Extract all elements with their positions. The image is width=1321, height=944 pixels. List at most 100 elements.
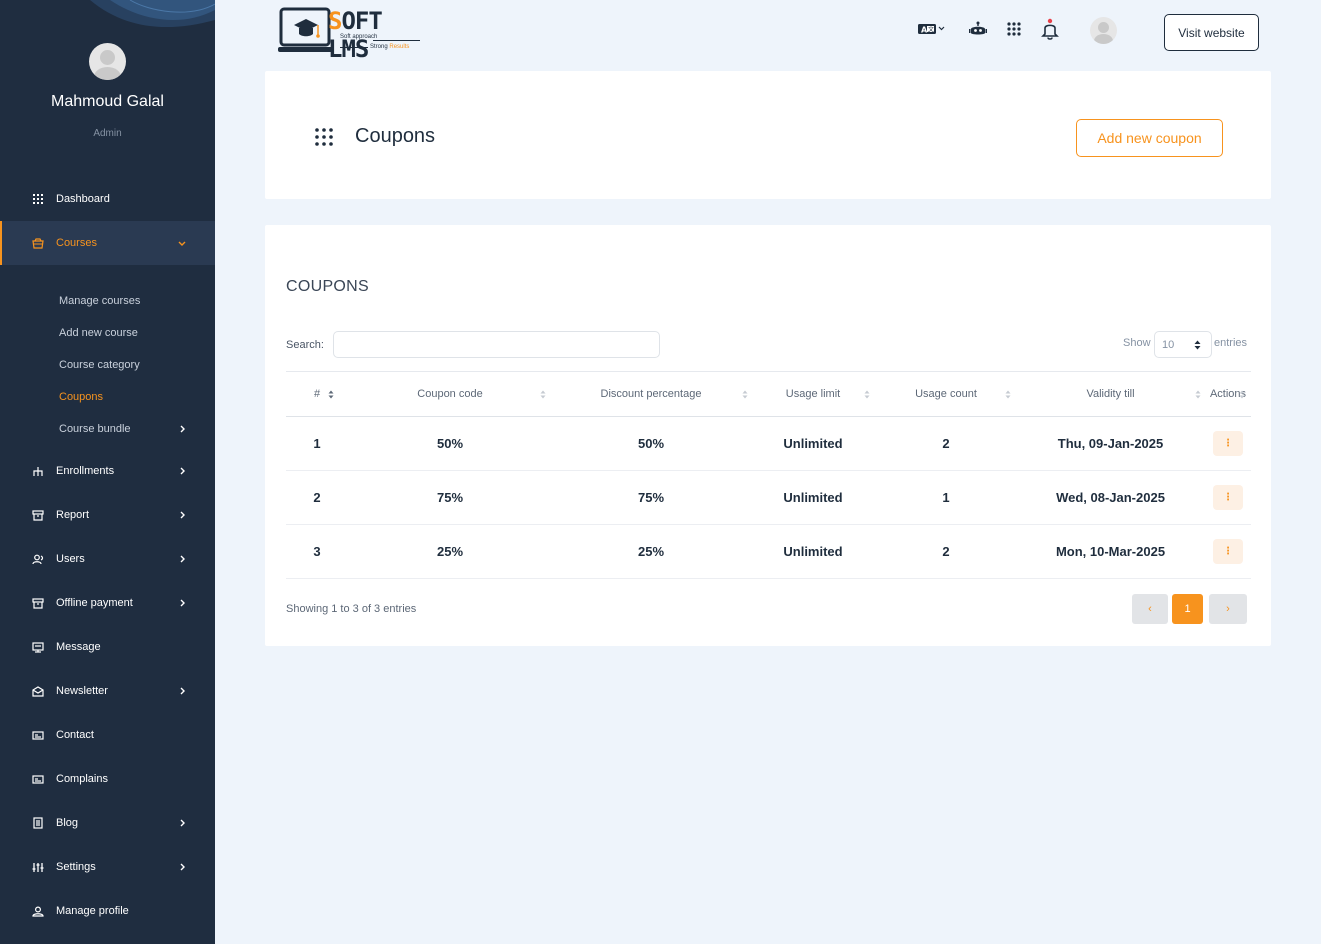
sidebar-item-courses[interactable]: Courses (0, 221, 215, 265)
profile-name: Mahmoud Galal (51, 93, 164, 110)
table-row: 2 75% 75% Unlimited 1 Wed, 08-Jan-2025 ⋮ (286, 470, 1251, 525)
cell-validity: Thu, 09-Jan-2025 (1016, 416, 1205, 471)
sidebar-item-report[interactable]: Report (0, 493, 215, 537)
chevron-right-icon (177, 466, 187, 476)
section-title: COUPONS (286, 278, 369, 295)
profile-user-icon (31, 904, 45, 918)
cell-actions: ⋮ (1205, 416, 1251, 471)
sidebar-item-enrollments[interactable]: Enrollments (0, 449, 215, 493)
sidebar-item-label: Blog (56, 817, 79, 829)
profile-role: Admin (93, 128, 122, 139)
chevron-right-icon (177, 818, 187, 828)
pagination-next-button[interactable]: › (1209, 594, 1247, 624)
cell-number: 1 (286, 416, 348, 471)
row-actions-button[interactable]: ⋮ (1213, 431, 1243, 456)
submenu-item-label: Course bundle (59, 423, 131, 435)
cell-usage-limit: Unlimited (750, 416, 876, 471)
cell-number: 3 (286, 524, 348, 579)
sidebar-item-message[interactable]: Message (0, 625, 215, 669)
sidebar: Mahmoud Galal Admin Dashboard Courses Ma… (0, 0, 215, 944)
cell-coupon-code: 50% (348, 416, 552, 471)
column-header-usage-count[interactable]: Usage count (876, 371, 1016, 417)
entries-label: entries (1214, 337, 1248, 349)
chevron-right-icon (177, 510, 187, 520)
sort-icon (742, 390, 748, 399)
cell-validity: Mon, 10-Mar-2025 (1016, 524, 1205, 579)
row-actions-button[interactable]: ⋮ (1213, 485, 1243, 510)
sidebar-item-label: Message (56, 641, 101, 653)
select-arrows-icon (1194, 340, 1201, 350)
entries-per-page-select[interactable]: 10 (1154, 331, 1212, 358)
table-row: 3 25% 25% Unlimited 2 Mon, 10-Mar-2025 ⋮ (286, 524, 1251, 579)
cell-discount: 75% (552, 470, 750, 525)
submenu-item-course-bundle[interactable]: Course bundle (0, 413, 215, 445)
sidebar-item-newsletter[interactable]: Newsletter (0, 669, 215, 713)
sort-icon (540, 390, 546, 399)
svg-text:A: A (921, 26, 928, 35)
column-header-number[interactable]: # (286, 371, 348, 417)
submenu-item-add-course[interactable]: Add new course (0, 317, 215, 349)
user-avatar[interactable] (1090, 17, 1117, 44)
language-icon[interactable]: A文 (915, 18, 947, 40)
page-title: Coupons (355, 125, 436, 147)
cell-discount: 25% (552, 524, 750, 579)
sidebar-item-blog[interactable]: Blog (0, 801, 215, 845)
sidebar-item-dashboard[interactable]: Dashboard (0, 177, 215, 221)
cell-number: 2 (286, 470, 348, 525)
cell-actions: ⋮ (1205, 524, 1251, 579)
soft-lms-logo[interactable]: SOFT LMS Soft approach Strong Results (278, 7, 428, 63)
sidebar-item-settings[interactable]: Settings (0, 845, 215, 889)
bell-icon[interactable] (1039, 18, 1061, 40)
contact-card-icon (31, 728, 45, 742)
sort-icon (1239, 390, 1245, 399)
column-header-actions[interactable]: Actions (1205, 371, 1251, 417)
sidebar-item-contact[interactable]: Contact (0, 713, 215, 757)
cell-coupon-code: 75% (348, 470, 552, 525)
users-icon (31, 552, 45, 566)
page-header-card: Coupons Add new coupon (265, 71, 1271, 199)
submenu-item-coupons[interactable]: Coupons (0, 381, 215, 413)
pagination: ‹ 1 › (1132, 594, 1247, 624)
column-header-usage-limit[interactable]: Usage limit (750, 371, 876, 417)
blog-document-icon (31, 816, 45, 830)
submenu-item-course-category[interactable]: Course category (0, 349, 215, 381)
column-header-discount[interactable]: Discount percentage (552, 371, 750, 417)
cell-actions: ⋮ (1205, 470, 1251, 525)
svg-text:文: 文 (928, 26, 934, 34)
topbar-icons: A文 (915, 18, 1061, 40)
add-new-coupon-button[interactable]: Add new coupon (1076, 119, 1223, 157)
cell-usage-limit: Unlimited (750, 524, 876, 579)
cell-usage-limit: Unlimited (750, 470, 876, 525)
apps-grid-icon[interactable] (1003, 18, 1025, 40)
page-grid-icon (315, 128, 333, 146)
sidebar-item-label: Manage profile (56, 905, 129, 917)
pagination-page-1[interactable]: 1 (1172, 594, 1203, 624)
column-header-coupon-code[interactable]: Coupon code (348, 371, 552, 417)
cell-usage-count: 2 (876, 524, 1016, 579)
sidebar-item-users[interactable]: Users (0, 537, 215, 581)
search-input[interactable] (333, 331, 660, 358)
table-info: Showing 1 to 3 of 3 entries (286, 603, 417, 615)
column-header-validity[interactable]: Validity till (1016, 371, 1205, 417)
courses-submenu: Manage courses Add new course Course cat… (0, 265, 215, 449)
robot-icon[interactable] (967, 18, 989, 40)
sidebar-item-label: Contact (56, 729, 94, 741)
search-label: Search: (286, 339, 324, 351)
sidebar-item-offline-payment[interactable]: Offline payment (0, 581, 215, 625)
sort-icon (328, 390, 334, 399)
sidebar-item-label: Report (56, 509, 90, 521)
chevron-right-icon (177, 862, 187, 872)
sidebar-item-complains[interactable]: Complains (0, 757, 215, 801)
visit-website-button[interactable]: Visit website (1164, 14, 1259, 51)
cell-validity: Wed, 08-Jan-2025 (1016, 470, 1205, 525)
row-actions-button[interactable]: ⋮ (1213, 539, 1243, 564)
sidebar-menu: Dashboard Courses Manage courses Add new… (0, 177, 215, 933)
profile-avatar[interactable] (89, 43, 126, 80)
sidebar-item-label: Users (56, 553, 85, 565)
pagination-prev-button[interactable]: ‹ (1132, 594, 1168, 624)
submenu-item-manage-courses[interactable]: Manage courses (0, 285, 215, 317)
complains-card-icon (31, 772, 45, 786)
entries-per-page-value: 10 (1162, 338, 1175, 351)
sidebar-item-manage-profile[interactable]: Manage profile (0, 889, 215, 933)
sort-icon (1195, 390, 1201, 399)
